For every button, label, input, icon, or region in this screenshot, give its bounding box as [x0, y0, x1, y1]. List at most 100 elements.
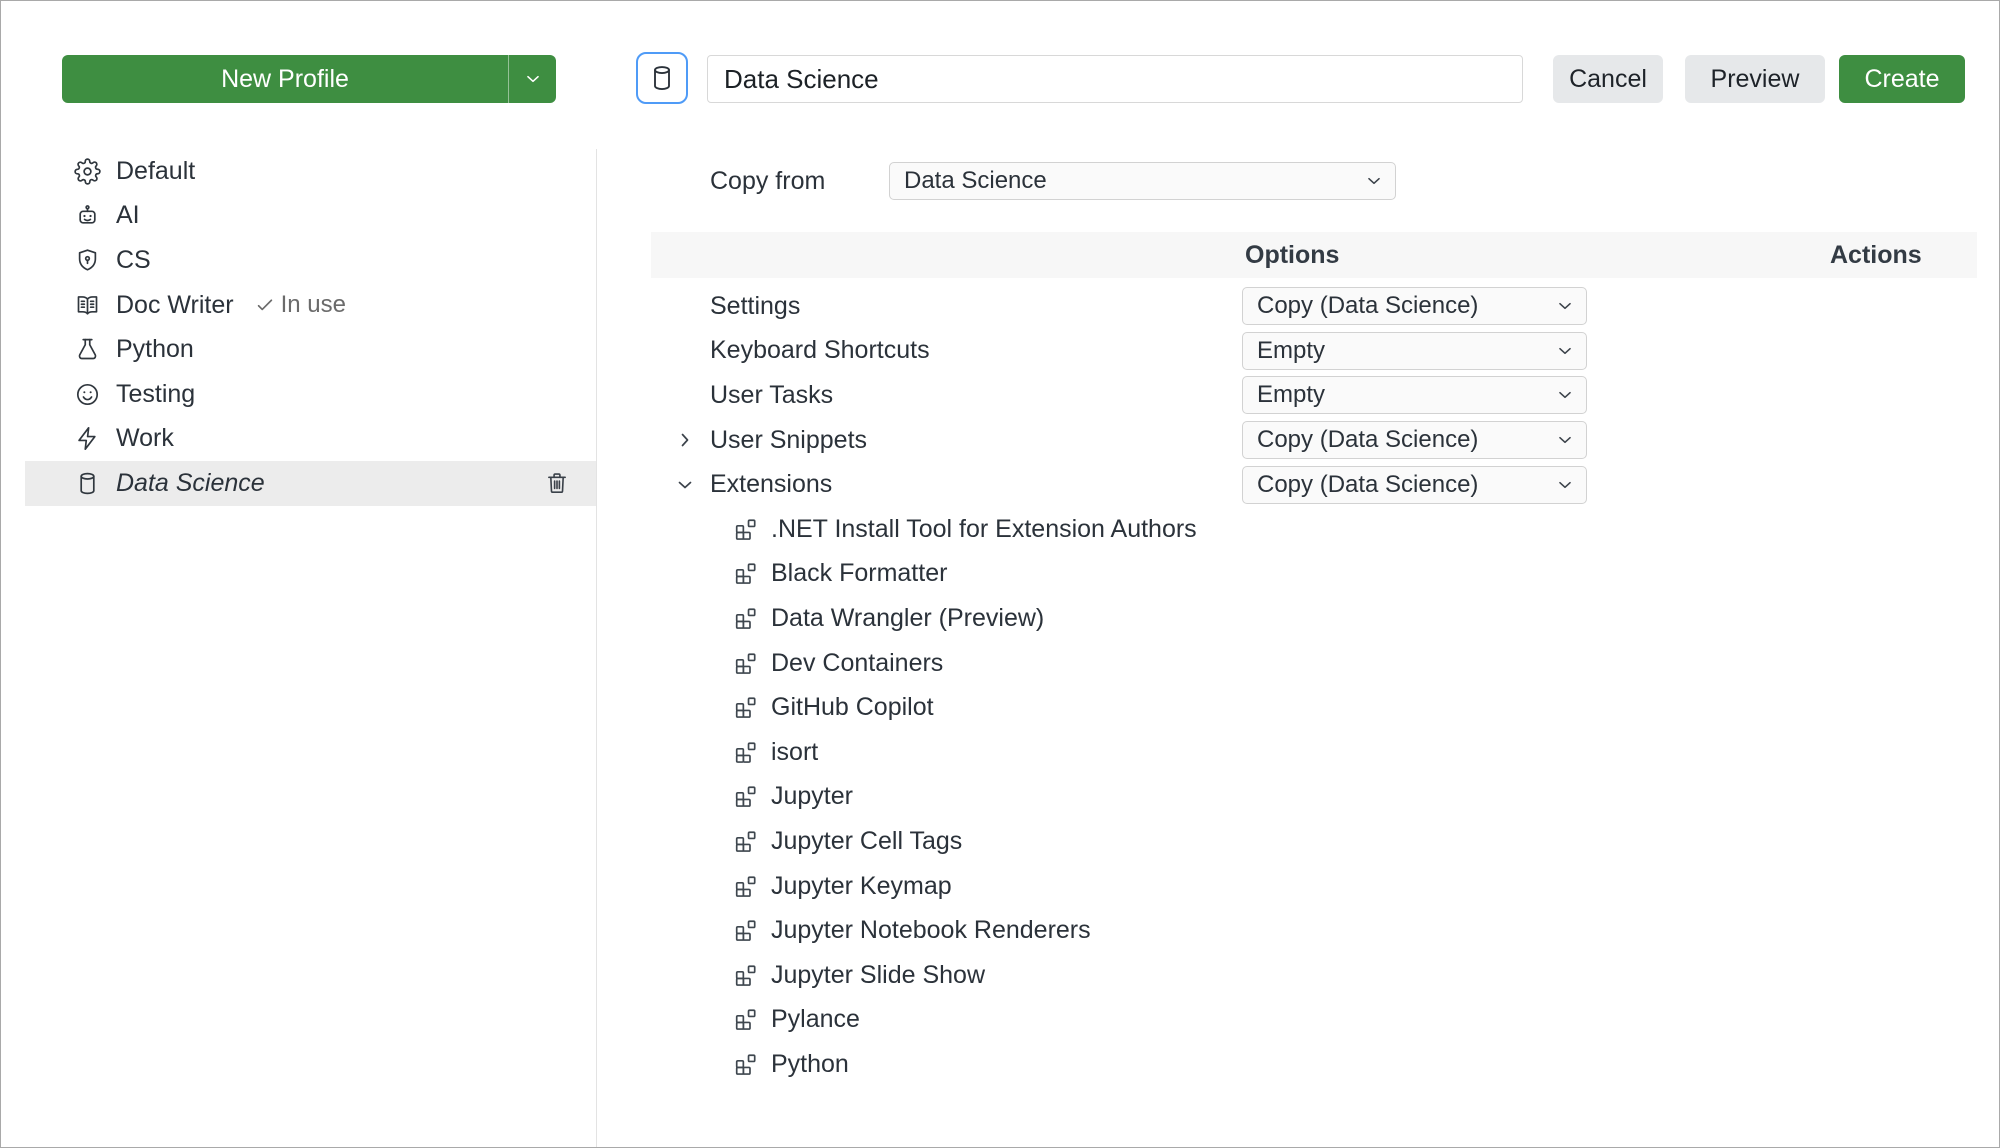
extension-label: Pylance: [771, 1005, 860, 1034]
profile-label: Default: [116, 156, 196, 185]
zap-icon: [74, 425, 101, 452]
settings-option-select[interactable]: Copy (Data Science): [1242, 287, 1587, 326]
chevron-down-icon: [1554, 384, 1576, 406]
table-header: Options Actions: [651, 232, 1977, 278]
in-use-badge: In use: [254, 291, 346, 319]
profile-label: Doc Writer: [116, 290, 234, 319]
profile-label: Testing: [116, 379, 196, 408]
table-row-settings: Settings Copy (Data Science): [651, 284, 1977, 329]
extension-label: Jupyter Keymap: [771, 871, 952, 900]
profile-item-python[interactable]: Python: [25, 327, 596, 372]
extension-item: Jupyter: [651, 775, 1651, 820]
extension-item: Python: [651, 1042, 1651, 1087]
beaker-icon: [74, 336, 101, 363]
profile-label: AI: [116, 201, 140, 230]
profile-item-doc-writer[interactable]: Doc Writer In use: [25, 283, 596, 328]
user-snippets-option-select[interactable]: Copy (Data Science): [1242, 421, 1587, 460]
profile-item-data-science[interactable]: Data Science: [25, 461, 596, 506]
row-label: User Snippets: [710, 425, 868, 454]
keyboard-shortcuts-option-select[interactable]: Empty: [1242, 331, 1587, 370]
extension-item: .NET Install Tool for Extension Authors: [651, 507, 1651, 552]
profile-icon-button[interactable]: [636, 52, 688, 104]
in-use-label: In use: [280, 291, 346, 319]
extension-label: Dev Containers: [771, 648, 944, 677]
profile-label: Work: [116, 424, 174, 453]
extension-label: Jupyter Slide Show: [771, 960, 986, 989]
copy-from-select[interactable]: Data Science: [889, 162, 1396, 200]
extension-icon: [733, 516, 760, 543]
extension-label: .NET Install Tool for Extension Authors: [771, 514, 1197, 543]
profile-label: Data Science: [116, 468, 265, 497]
extension-icon: [733, 694, 760, 721]
table-row-extensions: Extensions Copy (Data Science): [651, 462, 1977, 507]
chevron-down-icon: [1554, 340, 1576, 362]
extension-label: Jupyter Cell Tags: [771, 826, 963, 855]
options-column-header: Options: [1245, 240, 1340, 269]
copy-from-label: Copy from: [710, 167, 826, 195]
extensions-option-select[interactable]: Copy (Data Science): [1242, 465, 1587, 504]
extension-icon: [733, 1006, 760, 1033]
profile-item-default[interactable]: Default: [25, 149, 596, 194]
chevron-down-icon: [673, 473, 697, 497]
extension-icon: [733, 605, 760, 632]
extension-label: Jupyter: [771, 782, 853, 811]
extension-item: Jupyter Notebook Renderers: [651, 908, 1651, 953]
profile-name-input[interactable]: [707, 55, 1523, 103]
new-profile-label: New Profile: [221, 64, 349, 93]
row-label: Settings: [710, 291, 801, 320]
extension-item: Data Wrangler (Preview): [651, 596, 1651, 641]
expand-user-snippets-button[interactable]: [673, 428, 697, 452]
extension-icon: [733, 650, 760, 677]
new-profile-dropdown[interactable]: [508, 55, 556, 103]
profile-item-work[interactable]: Work: [25, 417, 596, 462]
extension-label: Data Wrangler (Preview): [771, 603, 1045, 632]
extension-icon: [733, 917, 760, 944]
chevron-right-icon: [673, 428, 697, 452]
row-label: User Tasks: [710, 380, 834, 409]
row-label: Keyboard Shortcuts: [710, 336, 930, 365]
extension-label: Python: [771, 1049, 849, 1078]
profile-label: CS: [116, 245, 151, 274]
trash-icon: [544, 470, 570, 496]
profile-item-testing[interactable]: Testing: [25, 372, 596, 417]
book-icon: [74, 292, 101, 319]
extension-icon: [733, 739, 760, 766]
extension-icon: [733, 828, 760, 855]
profile-item-cs[interactable]: CS: [25, 238, 596, 283]
preview-button[interactable]: Preview: [1685, 55, 1825, 103]
extensions-list: .NET Install Tool for Extension Authors …: [651, 507, 1651, 1087]
chevron-down-icon: [1554, 295, 1576, 317]
extension-item: GitHub Copilot: [651, 685, 1651, 730]
extension-label: isort: [771, 737, 819, 766]
sidebar-divider: [596, 149, 597, 1147]
chevron-down-icon: [1363, 170, 1385, 192]
collapse-extensions-button[interactable]: [673, 473, 697, 497]
profile-label: Python: [116, 335, 194, 364]
table-row-user-tasks: User Tasks Empty: [651, 373, 1977, 418]
database-icon: [647, 63, 677, 93]
extension-label: Jupyter Notebook Renderers: [771, 916, 1091, 945]
extension-item: Pylance: [651, 998, 1651, 1043]
user-tasks-option-select[interactable]: Empty: [1242, 376, 1587, 415]
copy-from-value: Data Science: [904, 167, 1047, 194]
table-row-keyboard-shortcuts: Keyboard Shortcuts Empty: [651, 329, 1977, 374]
extension-icon: [733, 560, 760, 587]
profile-list: Default AI CS Doc Writer In use Python T…: [25, 149, 596, 506]
extension-item: Jupyter Keymap: [651, 864, 1651, 909]
select-value: Empty: [1257, 336, 1326, 364]
create-button[interactable]: Create: [1839, 55, 1965, 103]
cancel-button[interactable]: Cancel: [1553, 55, 1663, 103]
select-value: Copy (Data Science): [1257, 426, 1479, 454]
new-profile-button[interactable]: New Profile: [62, 55, 556, 103]
chevron-down-icon: [1554, 429, 1576, 451]
delete-profile-button[interactable]: [544, 470, 570, 496]
extension-label: GitHub Copilot: [771, 693, 934, 722]
check-icon: [254, 294, 276, 316]
shield-icon: [74, 247, 101, 274]
select-value: Empty: [1257, 381, 1326, 409]
select-value: Copy (Data Science): [1257, 470, 1479, 498]
chevron-down-icon: [1554, 474, 1576, 496]
extension-item: Dev Containers: [651, 641, 1651, 686]
select-value: Copy (Data Science): [1257, 292, 1479, 320]
profile-item-ai[interactable]: AI: [25, 194, 596, 239]
